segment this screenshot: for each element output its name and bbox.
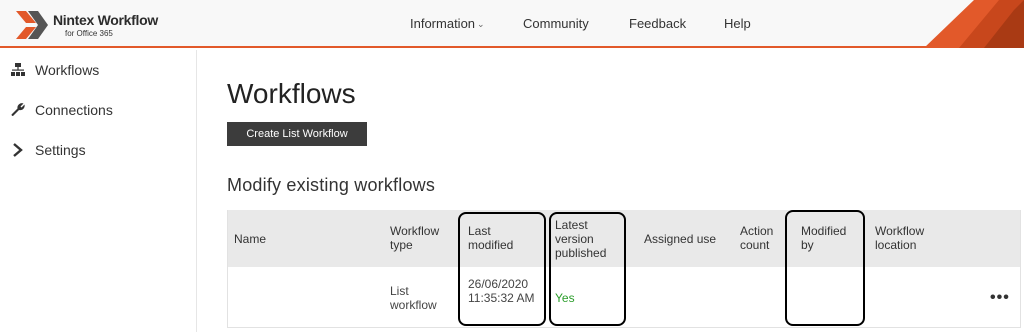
- sidebar-item-workflows[interactable]: Workflows: [0, 52, 196, 88]
- workflows-table: Name Workflow type Last modified Latest …: [227, 210, 1021, 328]
- sidebar-item-settings[interactable]: Settings: [0, 132, 196, 168]
- top-navigation-bar: Nintex Workflow for Office 365 Informati…: [0, 0, 1024, 48]
- sidebar-item-label: Settings: [35, 142, 86, 158]
- sidebar-item-label: Workflows: [35, 62, 100, 78]
- sidebar: Workflows Connections Settings: [0, 50, 197, 332]
- cell-last-modified: 26/06/2020 11:35:32 AM: [468, 277, 535, 305]
- table-row[interactable]: List workflow 26/06/2020 11:35:32 AM Yes…: [228, 267, 1020, 327]
- column-header-last-modified[interactable]: Last modified: [468, 224, 524, 252]
- nav-feedback[interactable]: Feedback: [629, 0, 686, 48]
- create-list-workflow-button[interactable]: Create List Workflow: [227, 122, 367, 146]
- section-title: Modify existing workflows: [227, 175, 436, 195]
- more-options-icon[interactable]: •••: [990, 289, 1010, 307]
- nav-information[interactable]: Information ⌄: [410, 0, 485, 48]
- sitemap-icon: [11, 63, 25, 76]
- nav-help[interactable]: Help: [724, 0, 751, 48]
- brand-corner-decoration: [924, 0, 1024, 48]
- nintex-logo-icon: [16, 11, 48, 39]
- column-header-workflow-type[interactable]: Workflow type: [390, 224, 452, 252]
- page-title: Workflows: [227, 78, 356, 109]
- chevron-right-icon: [13, 143, 23, 157]
- column-header-latest-version-published[interactable]: Latest version published: [555, 218, 619, 260]
- nav-information-label: Information: [410, 16, 476, 31]
- chevron-down-icon: ⌄: [477, 19, 485, 29]
- sidebar-item-connections[interactable]: Connections: [0, 92, 196, 128]
- brand-logo[interactable]: Nintex Workflow for Office 365: [14, 9, 184, 41]
- cell-workflow-type: List workflow: [390, 284, 437, 312]
- brand-subtitle: for Office 365: [65, 29, 113, 38]
- table-header: Name Workflow type Last modified Latest …: [228, 210, 1020, 267]
- column-header-assigned-use[interactable]: Assigned use: [644, 232, 716, 246]
- column-header-name[interactable]: Name: [234, 232, 266, 246]
- sidebar-item-label: Connections: [35, 102, 113, 118]
- column-header-action-count[interactable]: Action count: [740, 224, 784, 252]
- nav-community[interactable]: Community: [523, 0, 589, 48]
- column-header-modified-by[interactable]: Modified by: [801, 224, 859, 252]
- brand-title: Nintex Workflow: [53, 12, 158, 28]
- wrench-icon: [11, 103, 25, 117]
- column-header-workflow-location[interactable]: Workflow location: [875, 224, 935, 252]
- cell-published: Yes: [555, 291, 575, 305]
